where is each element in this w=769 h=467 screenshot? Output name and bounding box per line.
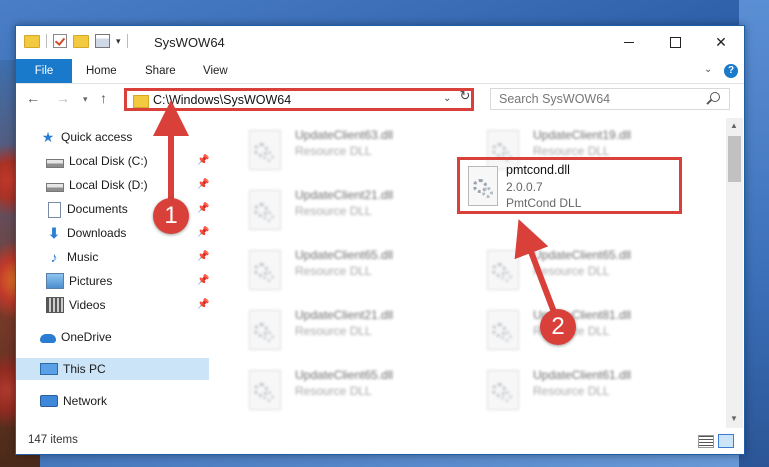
- step-2-badge: 2: [540, 309, 576, 345]
- arrow-to-file: [514, 219, 557, 314]
- annotation-arrows: [153, 100, 557, 314]
- step-1-badge: 1: [153, 198, 189, 234]
